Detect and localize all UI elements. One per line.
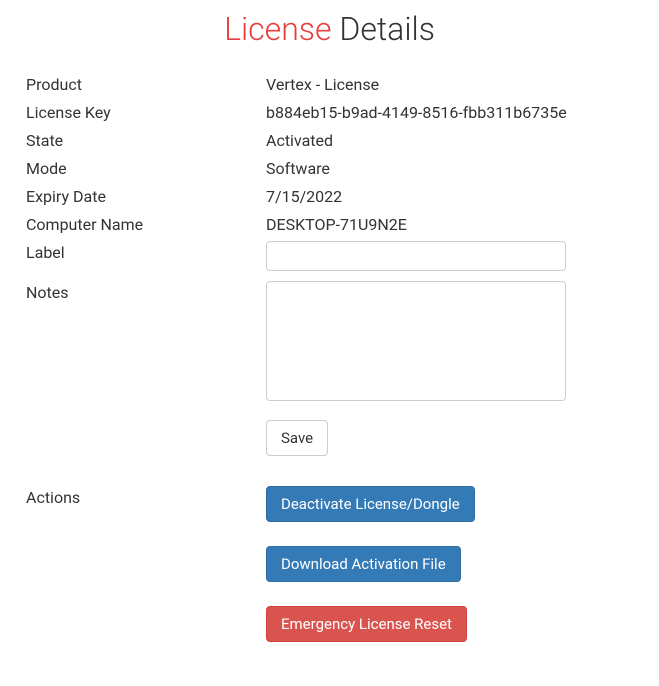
label-input[interactable] — [266, 241, 566, 271]
save-button[interactable]: Save — [266, 420, 328, 456]
value-computer: DESKTOP-71U9N2E — [266, 213, 633, 237]
license-details: Product Vertex - License License Key b88… — [0, 73, 659, 642]
value-expiry: 7/15/2022 — [266, 185, 633, 209]
title-accent: License — [224, 10, 331, 48]
row-actions-deactivate: Actions Deactivate License/Dongle — [26, 486, 633, 522]
row-save: Save — [26, 420, 633, 456]
row-computer: Computer Name DESKTOP-71U9N2E — [26, 213, 633, 237]
value-product: Vertex - License — [266, 73, 633, 97]
row-actions-download: Download Activation File — [26, 546, 633, 582]
row-state: State Activated — [26, 129, 633, 153]
label-actions: Actions — [26, 486, 266, 510]
row-notes: Notes — [26, 281, 633, 408]
deactivate-button[interactable]: Deactivate License/Dongle — [266, 486, 475, 522]
row-expiry: Expiry Date 7/15/2022 — [26, 185, 633, 209]
label-label: Label — [26, 241, 266, 265]
value-mode: Software — [266, 157, 633, 181]
title-rest: Details — [339, 10, 435, 48]
row-label: Label — [26, 241, 633, 271]
value-state: Activated — [266, 129, 633, 153]
row-actions-emergency: Emergency License Reset — [26, 606, 633, 642]
notes-input[interactable] — [266, 281, 566, 401]
download-button[interactable]: Download Activation File — [266, 546, 461, 582]
row-mode: Mode Software — [26, 157, 633, 181]
label-notes: Notes — [26, 281, 266, 305]
label-mode: Mode — [26, 157, 266, 181]
label-expiry: Expiry Date — [26, 185, 266, 209]
row-product: Product Vertex - License — [26, 73, 633, 97]
label-product: Product — [26, 73, 266, 97]
emergency-reset-button[interactable]: Emergency License Reset — [266, 606, 467, 642]
label-computer: Computer Name — [26, 213, 266, 237]
label-license-key: License Key — [26, 101, 266, 125]
label-state: State — [26, 129, 266, 153]
page-title: License Details — [0, 10, 659, 48]
value-license-key: b884eb15-b9ad-4149-8516-fbb311b6735e — [266, 101, 633, 125]
row-license-key: License Key b884eb15-b9ad-4149-8516-fbb3… — [26, 101, 633, 125]
